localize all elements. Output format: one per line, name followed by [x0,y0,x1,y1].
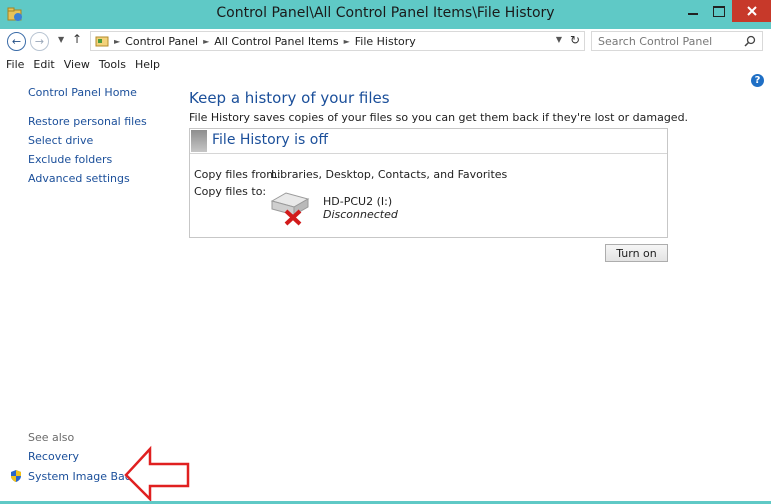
title-bar: Control Panel\All Control Panel Items\Fi… [0,0,771,29]
recent-locations-button[interactable]: ▼ [58,35,64,44]
turn-on-button[interactable]: Turn on [605,244,668,262]
maximize-button[interactable] [706,0,732,22]
restore-personal-files-link[interactable]: Restore personal files [28,115,147,128]
close-icon [746,6,757,16]
drive-status: Disconnected [323,208,398,221]
disconnected-drive-icon [270,192,310,226]
status-indicator [191,130,207,152]
menu-tools[interactable]: Tools [96,56,130,74]
breadcrumb-file-history[interactable]: File History [355,35,416,48]
drive-name: HD-PCU2 (I:) [323,195,393,208]
exclude-folders-link[interactable]: Exclude folders [28,153,112,166]
refresh-icon[interactable]: ↻ [570,33,580,47]
page-title: Keep a history of your files [189,89,390,107]
search-input[interactable]: Search Control Panel [598,35,712,48]
see-also-heading: See also [28,431,75,444]
menu-view[interactable]: View [61,56,94,74]
breadcrumb-all-items[interactable]: All Control Panel Items [214,35,338,48]
control-panel-icon [95,36,109,47]
file-history-status-panel: File History is off Copy files from: Lib… [189,128,668,238]
recovery-link[interactable]: Recovery [28,450,79,463]
page-description: File History saves copies of your files … [189,111,689,124]
search-box[interactable]: Search Control Panel [591,31,763,51]
back-button[interactable]: ← [7,32,26,51]
advanced-settings-link[interactable]: Advanced settings [28,172,130,185]
up-button[interactable]: ↑ [72,32,82,46]
menu-edit[interactable]: Edit [30,56,58,74]
navigation-bar: ← → ▼ ↑ ► Control Panel ► All Control Pa… [0,29,771,54]
forward-button[interactable]: → [30,32,49,51]
window-client-area: ← → ▼ ↑ ► Control Panel ► All Control Pa… [0,29,771,501]
copy-from-value: Libraries, Desktop, Contacts, and Favori… [271,168,508,181]
menu-bar: File Edit View Tools Help [0,56,771,74]
breadcrumb-separator-icon[interactable]: ► [344,37,350,46]
help-icon[interactable]: ? [751,74,764,87]
select-drive-link[interactable]: Select drive [28,134,93,147]
maximize-icon [713,5,725,17]
breadcrumb-separator-icon[interactable]: ► [114,37,120,46]
uac-shield-icon [11,470,21,482]
status-title: File History is off [212,132,328,148]
copy-to-label: Copy files to: [194,185,267,198]
minimize-button[interactable] [680,0,706,22]
menu-help[interactable]: Help [132,56,164,74]
arrow-right-icon: → [34,35,45,48]
minimize-icon [688,13,698,15]
address-dropdown-icon[interactable]: ▼ [556,35,562,44]
breadcrumb-separator-icon[interactable]: ► [203,37,209,46]
breadcrumb-control-panel[interactable]: Control Panel [125,35,198,48]
address-bar[interactable]: ► Control Panel ► All Control Panel Item… [90,31,585,51]
search-icon[interactable] [744,35,756,47]
status-header: File History is off [190,129,667,154]
arrow-left-icon: ← [11,35,22,48]
arrow-up-icon: ↑ [72,32,83,46]
window-title: Control Panel\All Control Panel Items\Fi… [216,5,555,21]
close-button[interactable] [732,0,771,22]
copy-from-label: Copy files from: [194,168,281,181]
chevron-down-icon: ▼ [58,35,65,44]
control-panel-home-link[interactable]: Control Panel Home [28,86,137,99]
menu-file[interactable]: File [6,56,28,74]
annotation-arrow-icon [124,445,190,501]
